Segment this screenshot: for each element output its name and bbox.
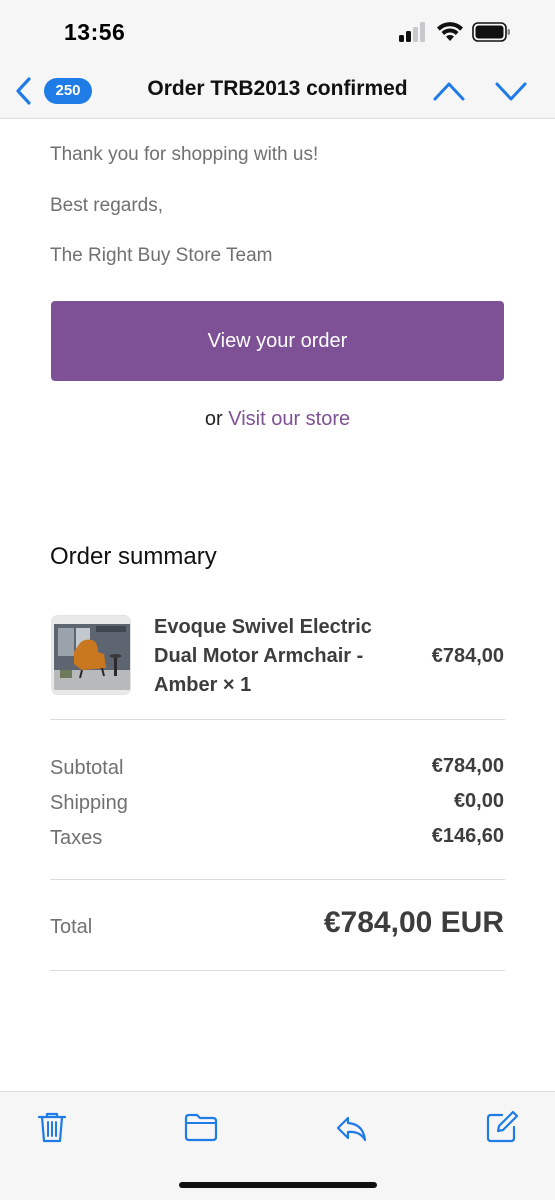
shipping-label: Shipping <box>50 792 128 814</box>
subtotal-label: Subtotal <box>50 757 124 779</box>
compose-icon[interactable] <box>485 1110 519 1144</box>
visit-store-line: or Visit our store <box>0 408 555 431</box>
divider <box>50 719 505 720</box>
product-name: Evoque Swivel Electric Dual Motor Armcha… <box>154 616 372 696</box>
chevron-up-icon[interactable] <box>432 78 466 104</box>
thank-you-text: Thank you for shopping with us! <box>50 144 319 165</box>
status-bar: 13:56 <box>0 0 555 64</box>
unread-count-badge[interactable]: 250 <box>44 78 92 104</box>
divider <box>50 970 505 971</box>
home-indicator <box>179 1182 377 1188</box>
regards-text: Best regards, <box>50 195 163 216</box>
subtotal-value: €784,00 <box>431 755 504 777</box>
shipping-value: €0,00 <box>453 790 504 812</box>
trash-icon[interactable] <box>35 1110 69 1144</box>
product-thumbnail <box>51 615 131 695</box>
product-price: €784,00 <box>431 645 504 667</box>
reply-icon[interactable] <box>334 1110 368 1144</box>
taxes-label: Taxes <box>50 827 103 849</box>
cellular-signal-icon <box>399 22 427 42</box>
alt-prefix: or <box>204 408 223 430</box>
order-summary-heading: Order summary <box>50 543 217 570</box>
folder-icon[interactable] <box>184 1110 218 1144</box>
chevron-left-icon[interactable] <box>14 76 34 106</box>
mail-navigation-bar: 250 Order TRB2013 confirmed <box>0 64 555 119</box>
taxes-value: €146,60 <box>431 825 504 847</box>
divider <box>50 879 505 880</box>
status-time: 13:56 <box>64 19 126 45</box>
total-value: €784,00 EUR <box>323 906 504 939</box>
battery-icon <box>472 22 510 42</box>
total-label: Total <box>50 916 93 938</box>
wifi-icon <box>437 22 463 41</box>
view-order-button[interactable]: View your order <box>51 301 504 381</box>
visit-store-link[interactable]: Visit our store <box>228 408 350 430</box>
signature-text: The Right Buy Store Team <box>50 245 273 266</box>
message-title: Order TRB2013 confirmed <box>147 77 408 100</box>
chevron-down-icon[interactable] <box>494 78 528 104</box>
